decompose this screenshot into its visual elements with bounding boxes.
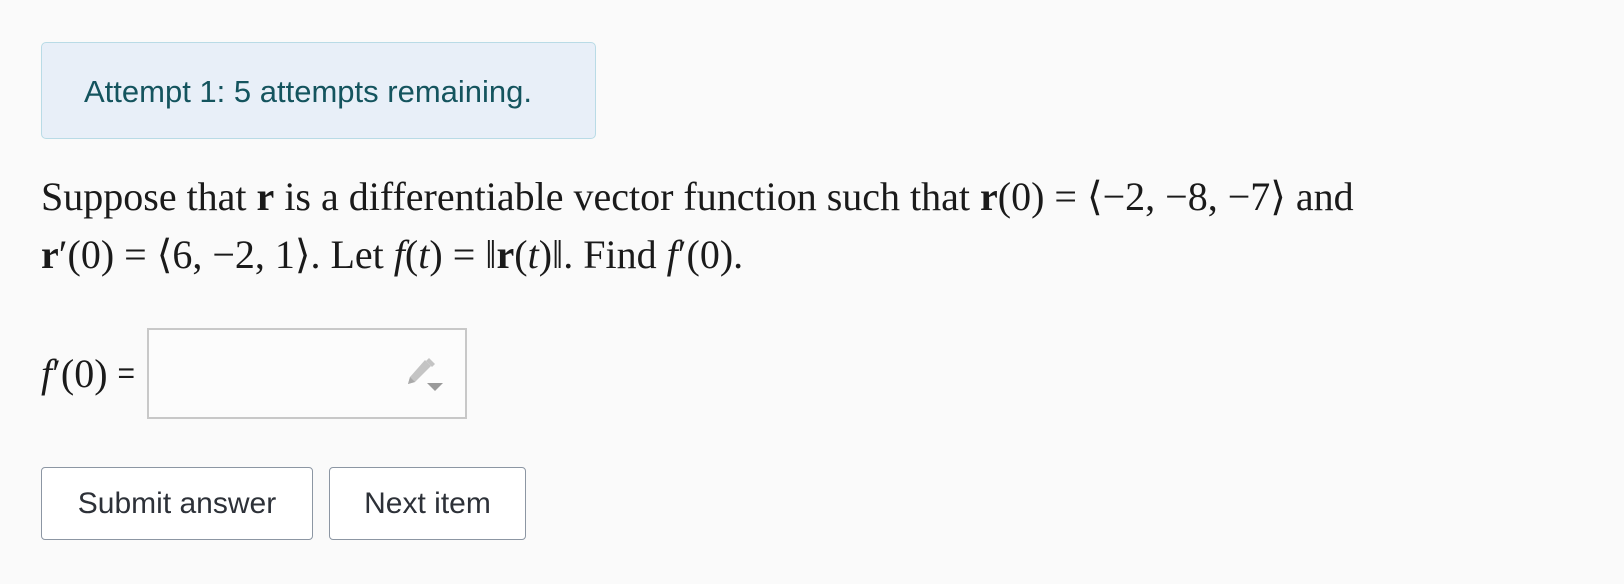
attempts-text: Attempt 1: 5 attempts remaining. — [84, 74, 532, 109]
question-line-2: r′(0) = ⟨6, −2, 1⟩. Let f(t) = ‖r(t)‖. F… — [41, 226, 1581, 284]
next-item-button[interactable]: Next item — [329, 467, 526, 540]
question-fragment: ( — [514, 232, 528, 277]
question-fragment: ′(0) = ⟨6, −2, 1⟩. Let — [58, 232, 394, 277]
variable-t: t — [527, 232, 539, 277]
question-fragment: (0) = ⟨−2, −8, −7⟩ and — [997, 174, 1354, 219]
question-fragment: ′(0). — [677, 232, 744, 277]
question-line-1: Suppose that r is a differentiable vecto… — [41, 168, 1581, 226]
answer-equals: = — [117, 356, 136, 390]
question-fragment: ) = ‖ — [429, 232, 497, 277]
answer-input[interactable] — [157, 338, 402, 412]
pencil-dropdown-icon[interactable] — [403, 356, 444, 396]
function-f: f — [666, 232, 678, 277]
question-fragment: ( — [404, 232, 419, 277]
vector-r: r — [496, 232, 515, 277]
function-f: f — [393, 232, 405, 277]
variable-t: t — [418, 232, 430, 277]
answer-label: f′(0) — [41, 350, 108, 397]
answer-label-f: f — [41, 351, 53, 396]
question-text: Suppose that r is a differentiable vecto… — [41, 168, 1581, 284]
vector-r: r — [980, 174, 998, 219]
submit-answer-button[interactable]: Submit answer — [41, 467, 313, 540]
vector-r: r — [41, 232, 59, 277]
attempts-alert: Attempt 1: 5 attempts remaining. — [41, 42, 596, 139]
question-fragment: Suppose that — [41, 174, 257, 219]
answer-label-rest: ′(0) — [52, 351, 108, 396]
answer-field[interactable] — [147, 328, 468, 419]
answer-row: f′(0) = — [41, 328, 468, 419]
question-fragment: )‖. Find — [538, 232, 667, 277]
vector-r: r — [256, 174, 275, 219]
question-fragment: is a differentiable vector function such… — [274, 174, 980, 219]
